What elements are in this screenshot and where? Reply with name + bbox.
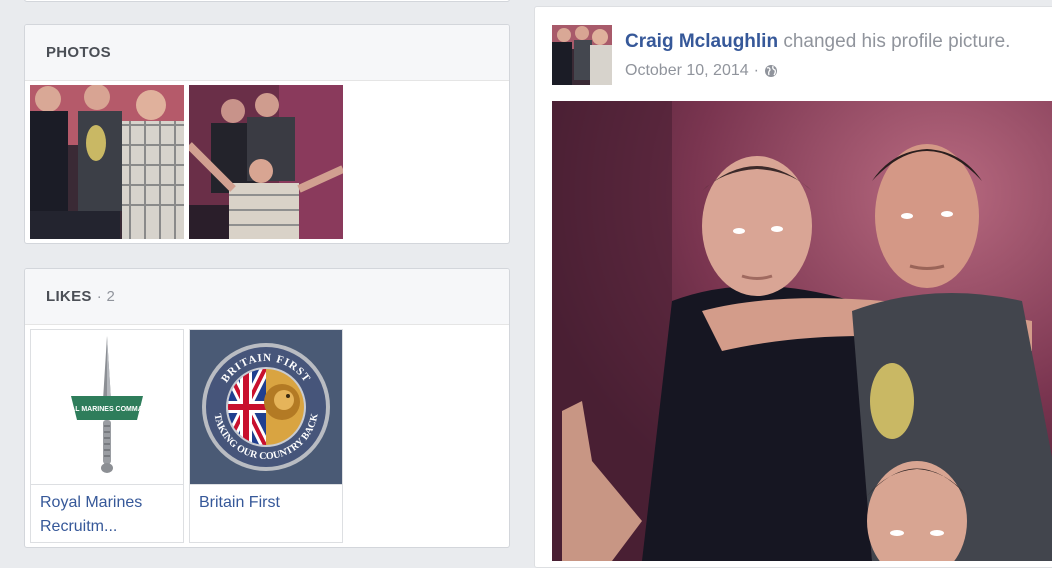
like-name-royal-marines[interactable]: Royal Marines Recruitm... — [31, 485, 183, 545]
post-timestamp[interactable]: October 10, 2014 — [625, 62, 749, 80]
previous-card-edge — [24, 0, 510, 2]
globe-icon[interactable] — [764, 64, 778, 78]
meta-separator: · — [753, 62, 759, 79]
photo-thumbnail-1[interactable] — [30, 85, 184, 239]
post-action-text: changed his profile picture. — [783, 31, 1011, 52]
royal-marines-logo-text: ROYAL MARINES COMMANDO — [56, 406, 159, 413]
likes-header[interactable]: LIKES · 2 — [25, 269, 509, 325]
timeline-post: Craig Mclaughlin changed his profile pic… — [534, 6, 1052, 568]
likes-card: LIKES · 2 ROYAL MARINES COMMANDO Royal M… — [24, 268, 510, 548]
likes-title[interactable]: LIKES — [46, 288, 92, 305]
like-britain-first[interactable]: BRITAIN FIRST TAKING OUR COUNTRY BACK Br… — [189, 329, 343, 543]
author-avatar[interactable] — [552, 25, 612, 85]
photos-title[interactable]: PHOTOS — [46, 44, 111, 61]
photo-thumbnail-2[interactable] — [189, 85, 343, 239]
profile-picture-photo[interactable] — [552, 101, 1052, 561]
post-meta: October 10, 2014 · — [625, 62, 778, 80]
author-name-link[interactable]: Craig Mclaughlin — [625, 31, 778, 52]
photos-header[interactable]: PHOTOS — [25, 25, 509, 81]
royal-marines-logo[interactable]: ROYAL MARINES COMMANDO — [31, 330, 183, 485]
like-name-britain-first[interactable]: Britain First — [190, 485, 342, 521]
post-headline: Craig Mclaughlin changed his profile pic… — [625, 31, 1010, 53]
like-royal-marines[interactable]: ROYAL MARINES COMMANDO Royal Marines Rec… — [30, 329, 184, 543]
likes-count: · 2 — [96, 288, 116, 305]
photos-card: PHOTOS — [24, 24, 510, 244]
britain-first-logo[interactable]: BRITAIN FIRST TAKING OUR COUNTRY BACK — [190, 330, 342, 485]
